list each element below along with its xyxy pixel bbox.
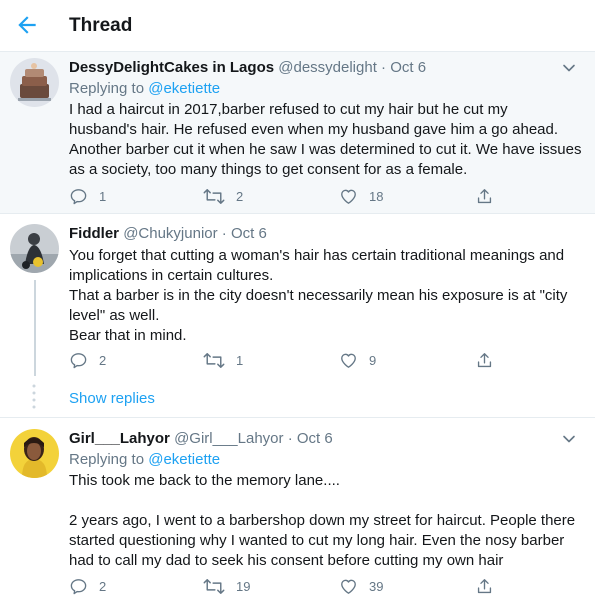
tweet-girl-lahyor[interactable]: Girl___Lahyor @Girl___Lahyor · Oct 6 Rep… xyxy=(0,419,595,596)
show-replies-link[interactable]: Show replies xyxy=(69,390,155,407)
tweet-line: husband's hair. He refused even when my … xyxy=(69,121,559,138)
like-button[interactable]: 39 xyxy=(339,575,383,596)
mention-link[interactable]: @eketiette xyxy=(148,451,220,468)
replying-to-label: Replying to xyxy=(69,80,149,97)
like-count: 39 xyxy=(369,578,384,594)
separator-dot: · xyxy=(287,430,293,447)
reply-count: 2 xyxy=(99,578,107,594)
reply-button[interactable]: 1 xyxy=(69,185,106,207)
tweet-text: I had a haircut in 2017,barber refused t… xyxy=(69,100,584,180)
tweet-date[interactable]: Oct 6 xyxy=(297,430,333,447)
thread-dots xyxy=(30,382,38,412)
share-button[interactable] xyxy=(475,349,494,371)
replying-to: Replying to @eketiette xyxy=(69,450,220,470)
tweet-date[interactable]: Oct 6 xyxy=(390,59,426,76)
tweet-meta: Fiddler @Chukyjunior · Oct 6 xyxy=(69,224,267,244)
chevron-down-icon[interactable] xyxy=(561,431,577,447)
avatar[interactable] xyxy=(10,224,59,273)
tweet-actions: 1 2 18 xyxy=(69,185,519,207)
tweet-line: as a society, too many things to get con… xyxy=(69,161,468,178)
user-handle[interactable]: @dessydelight xyxy=(278,59,377,76)
reply-icon xyxy=(70,188,87,204)
retweet-icon xyxy=(203,352,225,368)
mention-link[interactable]: @eketiette xyxy=(148,80,220,97)
like-count: 18 xyxy=(369,188,384,204)
tweet-fiddler[interactable]: Fiddler @Chukyjunior · Oct 6 You forget … xyxy=(0,214,595,376)
tweet-actions: 2 1 9 xyxy=(69,349,519,371)
heart-icon xyxy=(341,579,356,594)
user-name[interactable]: Girl___Lahyor xyxy=(69,430,170,447)
tweet-line: I had a haircut in 2017,barber refused t… xyxy=(69,101,508,118)
share-icon xyxy=(477,352,492,367)
like-count: 9 xyxy=(369,352,377,368)
tweet-line: started questioning why I wanted to cut … xyxy=(69,532,565,549)
heart-icon xyxy=(341,353,356,368)
reply-icon xyxy=(70,578,87,594)
back-arrow-icon[interactable] xyxy=(14,12,40,38)
tweet-line: had to call my dad to seek his consent b… xyxy=(69,552,504,569)
tweet-line: That a barber is in the city doesn't nec… xyxy=(69,287,568,304)
share-icon xyxy=(477,578,492,593)
tweet-line: level" as well. xyxy=(69,307,160,324)
share-button[interactable] xyxy=(475,575,494,596)
tweet-line: This took me back to the memory lane.... xyxy=(69,472,340,489)
share-icon xyxy=(477,188,492,203)
page-title: Thread xyxy=(69,15,133,36)
retweet-button[interactable]: 1 xyxy=(203,349,243,371)
retweet-icon xyxy=(203,188,225,204)
tweet-dessydelight[interactable]: DessyDelightCakes in Lagos @dessydelight… xyxy=(0,52,595,214)
tweet-meta: Girl___Lahyor @Girl___Lahyor · Oct 6 xyxy=(69,429,333,449)
tweet-line: Bear that in mind. xyxy=(69,327,187,344)
tweet-line-blank xyxy=(69,491,584,511)
retweet-count: 1 xyxy=(236,352,244,368)
user-handle[interactable]: @Chukyjunior xyxy=(123,225,217,242)
avatar[interactable] xyxy=(10,429,59,478)
retweet-count: 19 xyxy=(236,578,251,594)
share-button[interactable] xyxy=(475,185,494,207)
reply-count: 2 xyxy=(99,352,107,368)
tweet-date[interactable]: Oct 6 xyxy=(231,225,267,242)
like-button[interactable]: 9 xyxy=(339,349,376,371)
tweet-actions: 2 19 39 xyxy=(69,575,519,596)
chevron-down-icon[interactable] xyxy=(561,60,577,76)
reply-icon xyxy=(70,352,87,368)
reply-count: 1 xyxy=(99,188,107,204)
thread-connector-line xyxy=(34,280,36,376)
tweet-text: You forget that cutting a woman's hair h… xyxy=(69,246,584,346)
replying-to-label: Replying to xyxy=(69,451,149,468)
like-button[interactable]: 18 xyxy=(339,185,383,207)
separator-dot: · xyxy=(221,225,227,242)
retweet-count: 2 xyxy=(236,188,244,204)
user-handle[interactable]: @Girl___Lahyor xyxy=(174,430,283,447)
user-name[interactable]: DessyDelightCakes in Lagos xyxy=(69,59,274,76)
tweet-line: Another barber cut it when he saw I was … xyxy=(69,141,582,158)
user-name[interactable]: Fiddler xyxy=(69,225,119,242)
thread-header: Thread xyxy=(0,0,595,52)
retweet-button[interactable]: 19 xyxy=(203,575,250,596)
tweet-text: This took me back to the memory lane....… xyxy=(69,471,584,571)
reply-button[interactable]: 2 xyxy=(69,575,106,596)
tweet-line: implications in certain cultures. xyxy=(69,267,274,284)
replying-to: Replying to @eketiette xyxy=(69,79,220,99)
tweet-meta: DessyDelightCakes in Lagos @dessydelight… xyxy=(69,58,426,78)
avatar[interactable] xyxy=(10,58,59,107)
heart-icon xyxy=(341,189,356,204)
retweet-button[interactable]: 2 xyxy=(203,185,243,207)
tweet-line: You forget that cutting a woman's hair h… xyxy=(69,247,565,264)
separator-dot: · xyxy=(381,59,387,76)
retweet-icon xyxy=(203,578,225,594)
show-replies-row[interactable]: Show replies xyxy=(0,376,595,418)
reply-button[interactable]: 2 xyxy=(69,349,106,371)
tweet-line: 2 years ago, I went to a barbershop down… xyxy=(69,512,576,529)
